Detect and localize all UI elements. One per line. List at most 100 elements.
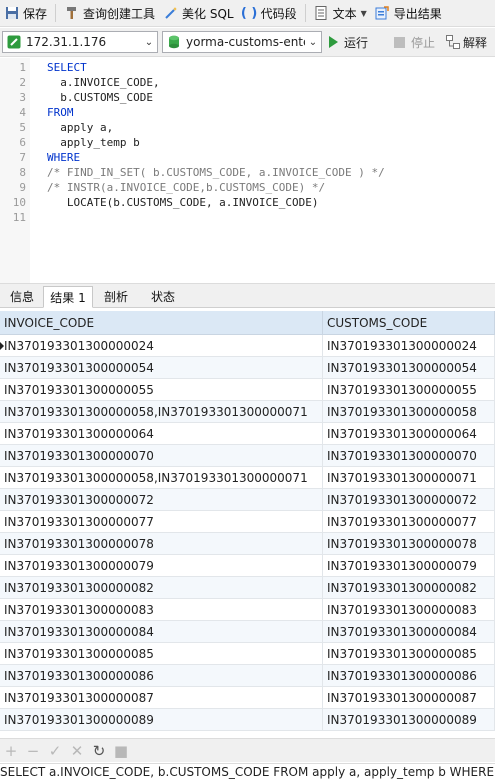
cell-customs-code[interactable]: IN370193301300000071 — [323, 467, 495, 489]
cell-customs-code[interactable]: IN370193301300000055 — [323, 379, 495, 401]
cell-customs-code[interactable]: IN370193301300000077 — [323, 511, 495, 533]
table-row[interactable]: IN370193301300000078 IN370193301300000078 — [0, 533, 495, 555]
query-builder-button[interactable]: 查询创建工具 — [60, 0, 159, 27]
cell-invoice-code[interactable]: IN370193301300000058,IN37019330130000007… — [0, 467, 323, 489]
export-result-button[interactable]: 导出结果 — [371, 0, 446, 27]
discard-changes-icon[interactable]: ✕ — [66, 740, 88, 762]
cell-customs-code[interactable]: IN370193301300000064 — [323, 423, 495, 445]
line-number: 5 — [19, 121, 26, 134]
save-button[interactable]: 保存 — [0, 0, 51, 27]
delete-record-icon[interactable]: − — [22, 740, 44, 762]
cell-customs-code[interactable]: IN370193301300000078 — [323, 533, 495, 555]
save-label: 保存 — [23, 6, 48, 21]
table-row[interactable]: IN370193301300000087 IN370193301300000087 — [0, 687, 495, 709]
table-row[interactable]: IN370193301300000083 IN370193301300000083 — [0, 599, 495, 621]
cell-invoice-code[interactable]: IN370193301300000086 — [0, 665, 323, 687]
cell-invoice-code[interactable]: IN370193301300000084 — [0, 621, 323, 643]
table-row[interactable]: IN370193301300000084 IN370193301300000084 — [0, 621, 495, 643]
line-number: 8 — [19, 166, 26, 179]
export-result-label: 导出结果 — [393, 6, 442, 21]
chevron-down-icon[interactable]: ⌄ — [141, 32, 157, 52]
table-row[interactable]: IN370193301300000072 IN370193301300000072 — [0, 489, 495, 511]
add-record-icon[interactable]: + — [0, 740, 22, 762]
cell-customs-code[interactable]: IN370193301300000089 — [323, 709, 495, 731]
tab-status[interactable]: 状态 — [141, 286, 185, 308]
code-line: 6 apply_temp b — [0, 135, 139, 150]
cell-invoice-code[interactable]: IN370193301300000087 — [0, 687, 323, 709]
cell-invoice-code[interactable]: IN370193301300000072 — [0, 489, 323, 511]
apply-changes-icon[interactable]: ✓ — [44, 740, 66, 762]
code-line: 10 LOCATE(b.CUSTOMS_CODE, a.INVOICE_CODE… — [0, 195, 319, 210]
cell-invoice-code[interactable]: IN370193301300000078 — [0, 533, 323, 555]
table-row[interactable]: IN370193301300000055 IN370193301300000055 — [0, 379, 495, 401]
cell-invoice-code[interactable]: IN370193301300000054 — [0, 357, 323, 379]
cell-customs-code[interactable]: IN370193301300000085 — [323, 643, 495, 665]
cell-customs-code[interactable]: IN370193301300000070 — [323, 445, 495, 467]
cell-invoice-code[interactable]: IN370193301300000077 — [0, 511, 323, 533]
cell-invoice-code[interactable]: IN370193301300000070 — [0, 445, 323, 467]
stop-loading-icon[interactable]: ■ — [110, 740, 132, 762]
hammer-icon — [64, 6, 79, 21]
code-text: a.INVOICE_CODE, — [47, 76, 160, 89]
explain-button[interactable]: 解释 — [446, 31, 487, 53]
cell-invoice-code[interactable]: IN370193301300000089 — [0, 709, 323, 731]
cell-customs-code[interactable]: IN370193301300000058 — [323, 401, 495, 423]
cell-invoice-code[interactable]: IN370193301300000083 — [0, 599, 323, 621]
stop-button[interactable]: 停止 — [394, 31, 435, 53]
tab-profile[interactable]: 剖析 — [94, 286, 138, 308]
table-row[interactable]: IN370193301300000058,IN37019330130000007… — [0, 401, 495, 423]
explain-icon — [446, 35, 460, 49]
database-select[interactable]: yorma-customs-ente ⌄ — [162, 31, 322, 53]
cell-customs-code[interactable]: IN370193301300000087 — [323, 687, 495, 709]
code-text: /* INSTR(a.INVOICE_CODE,b.CUSTOMS_CODE) … — [47, 181, 326, 194]
connection-icon — [6, 34, 22, 50]
code-text: b.CUSTOMS_CODE — [47, 91, 153, 104]
column-header-invoice-code[interactable]: INVOICE_CODE — [0, 311, 323, 335]
table-row[interactable]: IN370193301300000064 IN370193301300000064 — [0, 423, 495, 445]
cell-invoice-code[interactable]: IN370193301300000055 — [0, 379, 323, 401]
cell-invoice-code[interactable]: IN370193301300000064 — [0, 423, 323, 445]
main-toolbar: 保存 查询创建工具 美化 SQL ( ) 代码段 文本 ▼ 导出结果 — [0, 0, 495, 27]
table-row[interactable]: IN370193301300000082 IN370193301300000082 — [0, 577, 495, 599]
result-grid[interactable]: INVOICE_CODE CUSTOMS_CODE IN370193301300… — [0, 311, 495, 735]
column-header-customs-code[interactable]: CUSTOMS_CODE — [323, 311, 495, 335]
table-row[interactable]: IN370193301300000086 IN370193301300000086 — [0, 665, 495, 687]
cell-customs-code[interactable]: IN370193301300000079 — [323, 555, 495, 577]
cell-invoice-code[interactable]: IN370193301300000079 — [0, 555, 323, 577]
chevron-down-icon[interactable]: ⌄ — [305, 32, 321, 52]
table-row[interactable]: IN370193301300000079 IN370193301300000079 — [0, 555, 495, 577]
cell-customs-code[interactable]: IN370193301300000082 — [323, 577, 495, 599]
beautify-sql-label: 美化 SQL — [182, 6, 234, 21]
table-row[interactable]: IN370193301300000054 IN370193301300000054 — [0, 357, 495, 379]
sql-editor[interactable]: 1 SELECT 2 a.INVOICE_CODE, 3 b.CUSTOMS_CODE… — [0, 58, 495, 283]
cell-invoice-code[interactable]: IN370193301300000085 — [0, 643, 323, 665]
cell-invoice-code[interactable]: IN370193301300000082 — [0, 577, 323, 599]
cell-customs-code[interactable]: IN370193301300000083 — [323, 599, 495, 621]
export-icon — [375, 6, 390, 21]
cell-invoice-code[interactable]: IN370193301300000024 — [0, 335, 323, 357]
cell-customs-code[interactable]: IN370193301300000072 — [323, 489, 495, 511]
cell-customs-code[interactable]: IN370193301300000024 — [323, 335, 495, 357]
tab-result-1[interactable]: 结果 1 — [43, 286, 93, 308]
table-row[interactable]: IN370193301300000058,IN37019330130000007… — [0, 467, 495, 489]
refresh-icon[interactable]: ↻ — [88, 740, 110, 762]
code-text: apply_temp b — [47, 136, 140, 149]
table-row[interactable]: IN370193301300000089 IN370193301300000089 — [0, 709, 495, 731]
code-snippet-button[interactable]: ( ) 代码段 — [238, 0, 301, 27]
code-text: /* FIND_IN_SET( b.CUSTOMS_CODE, a.INVOIC… — [47, 166, 385, 179]
table-row[interactable]: IN370193301300000085 IN370193301300000085 — [0, 643, 495, 665]
cell-customs-code[interactable]: IN370193301300000086 — [323, 665, 495, 687]
cell-customs-code[interactable]: IN370193301300000084 — [323, 621, 495, 643]
text-mode-button[interactable]: 文本 ▼ — [310, 0, 371, 27]
status-bar: SELECT a.INVOICE_CODE, b.CUSTOMS_CODE FR… — [0, 763, 495, 780]
table-row[interactable]: IN370193301300000077 IN370193301300000077 — [0, 511, 495, 533]
table-row[interactable]: IN370193301300000070 IN370193301300000070 — [0, 445, 495, 467]
tab-info[interactable]: 信息 — [2, 286, 42, 308]
cell-customs-code[interactable]: IN370193301300000054 — [323, 357, 495, 379]
code-line: 8 /* FIND_IN_SET( b.CUSTOMS_CODE, a.INVOI… — [0, 165, 384, 180]
beautify-sql-button[interactable]: 美化 SQL — [159, 0, 238, 27]
table-row[interactable]: IN370193301300000024 IN370193301300000024 — [0, 335, 495, 357]
cell-invoice-code[interactable]: IN370193301300000058,IN37019330130000007… — [0, 401, 323, 423]
run-button[interactable]: 运行 — [329, 31, 368, 53]
connection-select[interactable]: 172.31.1.176 ⌄ — [2, 31, 158, 53]
